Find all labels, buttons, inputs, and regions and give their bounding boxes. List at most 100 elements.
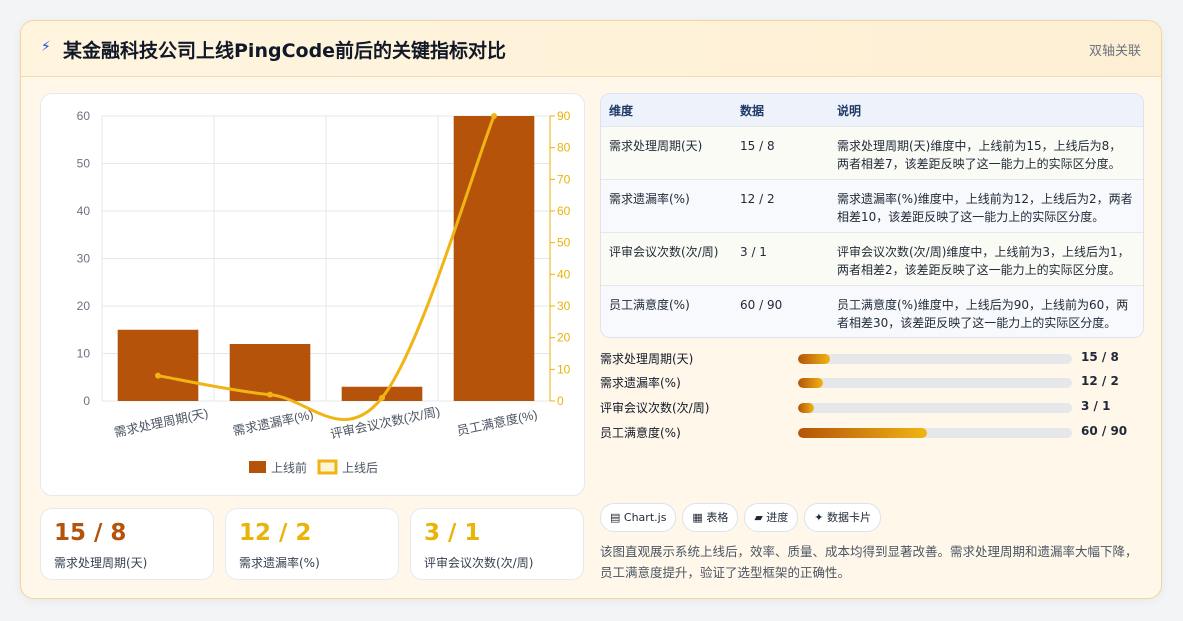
table-cell-data: 60 / 90 [732, 285, 829, 337]
progress-value: 60 / 90 [1081, 424, 1128, 438]
progress-row: 需求处理周期(天) 15 / 8 [600, 348, 1144, 368]
table-cell-description: 需求处理周期(天)维度中，上线前为15，上线后为8，两者相差7，该差距反映了这一… [829, 126, 1143, 180]
bar [453, 116, 535, 401]
progress-label: 员工满意度(%) [600, 426, 681, 440]
y-right-tick-label: 70 [557, 172, 571, 186]
progress-fill [798, 378, 824, 388]
chip-progress[interactable]: ▰ 进度 [744, 503, 799, 532]
table-header-data: 数据 [732, 94, 829, 127]
table-row: 需求遗漏率(%) 12 / 2 需求遗漏率(%)维度中，上线前为12，上线后为2… [601, 179, 1143, 233]
x-tick-label: 员工满意度(%) [455, 407, 538, 439]
table-cell-dimension: 员工满意度(%) [601, 285, 732, 337]
y-left-tick-label: 30 [77, 252, 91, 266]
kpi-value: 12 / 2 [239, 520, 312, 546]
card-title: 某金融科技公司上线PingCode前后的关键指标对比 [63, 40, 507, 62]
kpi-card: 3 / 1 评审会议次数(次/周) [410, 508, 584, 580]
kpi-label: 需求遗漏率(%) [239, 556, 320, 570]
kpi-value: 15 / 8 [54, 520, 127, 546]
table-header-dimension: 维度 [601, 94, 732, 127]
progress-row: 需求遗漏率(%) 12 / 2 [600, 372, 1144, 392]
progress-row: 员工满意度(%) 60 / 90 [600, 422, 1144, 442]
y-right-tick-label: 30 [557, 299, 571, 313]
line-point [379, 394, 385, 401]
kpi-value: 3 / 1 [424, 520, 481, 546]
kpi-card: 15 / 8 需求处理周期(天) [40, 508, 214, 580]
table-header-description: 说明 [829, 94, 1143, 127]
table-cell-data: 15 / 8 [732, 126, 829, 180]
chip-label: 进度 [766, 511, 789, 524]
chart-icon: ▤ [610, 511, 621, 524]
x-tick-label: 需求处理周期(天) [113, 406, 210, 440]
y-left-tick-label: 10 [77, 347, 91, 361]
y-right-tick-label: 60 [557, 204, 571, 218]
progress-track [798, 428, 1072, 438]
progress-track [798, 403, 1072, 413]
legend-label-before: 上线前 [271, 460, 307, 475]
legend-swatch-after [317, 459, 338, 475]
bolt-icon: ⚡ [41, 39, 51, 55]
progress-fill [798, 403, 815, 413]
table-icon: ▦ [692, 511, 703, 524]
chip-chartjs[interactable]: ▤ Chart.js [600, 503, 677, 532]
chip-label: 数据卡片 [827, 511, 872, 524]
card-header: ⚡ 某金融科技公司上线PingCode前后的关键指标对比 双轴关联 [21, 21, 1161, 77]
chart-panel: 0 10 20 30 40 50 60 0 10 20 30 40 50 60 70 80 90 需求处理周期(天… [40, 93, 585, 496]
x-tick-label: 评审会议次数(次/周) [329, 404, 441, 442]
chip-label: 表格 [706, 511, 729, 524]
table-cell-data: 12 / 2 [732, 179, 829, 233]
progress-label: 需求遗漏率(%) [600, 376, 681, 390]
y-right-tick-label: 90 [557, 109, 571, 123]
y-right-tick-label: 40 [557, 267, 571, 281]
bar [117, 329, 199, 401]
dual-axis-chart: 0 10 20 30 40 50 60 0 10 20 30 40 50 60 70 80 90 需求处理周期(天… [77, 109, 571, 475]
sparkle-icon: ✦ [814, 511, 824, 524]
chip-table[interactable]: ▦ 表格 [682, 503, 739, 532]
summary-text: 该图直观展示系统上线后，效率、质量、成本均得到显著改善。需求处理周期和遗漏率大幅… [600, 544, 1138, 580]
table-cell-data: 3 / 1 [732, 232, 829, 286]
line-point [267, 391, 273, 398]
y-right-tick-label: 20 [557, 331, 571, 345]
table-row: 员工满意度(%) 60 / 90 员工满意度(%)维度中，上线后为90，上线前为… [601, 285, 1143, 337]
table-cell-description: 员工满意度(%)维度中，上线后为90，上线前为60，两者相差30，该差距反映了这… [829, 285, 1143, 337]
kpi-label: 评审会议次数(次/周) [424, 556, 534, 570]
y-right-tick-label: 0 [557, 394, 564, 408]
progress-value: 12 / 2 [1081, 374, 1119, 388]
y-right-tick-label: 10 [557, 362, 571, 376]
line-point [155, 372, 161, 379]
progress-track [798, 378, 1072, 388]
kpi-card: 12 / 2 需求遗漏率(%) [225, 508, 399, 580]
table-cell-description: 评审会议次数(次/周)维度中，上线前为3，上线后为1，两者相差2，该差距反映了这… [829, 232, 1143, 286]
line-point [491, 113, 497, 119]
y-left-tick-label: 50 [77, 157, 91, 171]
y-left-tick-label: 60 [77, 109, 91, 123]
chip-label: Chart.js [623, 511, 667, 524]
table-row: 需求处理周期(天) 15 / 8 需求处理周期(天)维度中，上线前为15，上线后… [601, 126, 1143, 180]
y-right-tick-label: 50 [557, 236, 571, 250]
comparison-card: ⚡ 某金融科技公司上线PingCode前后的关键指标对比 双轴关联 0 10 20 3… [20, 20, 1162, 599]
table-row: 评审会议次数(次/周) 3 / 1 评审会议次数(次/周)维度中，上线前为3，上… [601, 232, 1143, 286]
legend-label-after: 上线后 [342, 461, 378, 475]
progress-value: 15 / 8 [1081, 350, 1119, 364]
table-cell-dimension: 评审会议次数(次/周) [601, 232, 732, 286]
chart-mode-tag: 双轴关联 [1088, 44, 1141, 59]
kpi-label: 需求处理周期(天) [54, 556, 148, 570]
progress-label: 评审会议次数(次/周) [600, 401, 710, 415]
y-left-tick-label: 0 [83, 394, 90, 408]
progress-icon: ▰ [754, 511, 763, 524]
table-cell-dimension: 需求遗漏率(%) [601, 179, 732, 233]
table-cell-dimension: 需求处理周期(天) [601, 126, 732, 180]
y-left-tick-label: 40 [77, 204, 91, 218]
y-left-tick-label: 20 [77, 299, 91, 313]
progress-track [798, 354, 1072, 364]
comparison-table: 维度 数据 说明 需求处理周期(天) 15 / 8 需求处理周期(天)维度中，上… [600, 93, 1144, 338]
progress-fill [798, 428, 927, 438]
x-tick-label: 需求遗漏率(%) [231, 407, 314, 439]
chip-data-card[interactable]: ✦ 数据卡片 [804, 503, 882, 532]
progress-label: 需求处理周期(天) [600, 352, 694, 366]
legend-swatch-before [249, 461, 266, 473]
progress-row: 评审会议次数(次/周) 3 / 1 [600, 397, 1144, 417]
y-right-tick-label: 80 [557, 141, 571, 155]
table-cell-description: 需求遗漏率(%)维度中，上线前为12，上线后为2，两者相差10，该差距反映了这一… [829, 179, 1143, 233]
progress-value: 3 / 1 [1081, 399, 1111, 413]
feature-chips: ▤ Chart.js ▦ 表格 ▰ 进度 ✦ 数据卡片 [600, 503, 887, 532]
